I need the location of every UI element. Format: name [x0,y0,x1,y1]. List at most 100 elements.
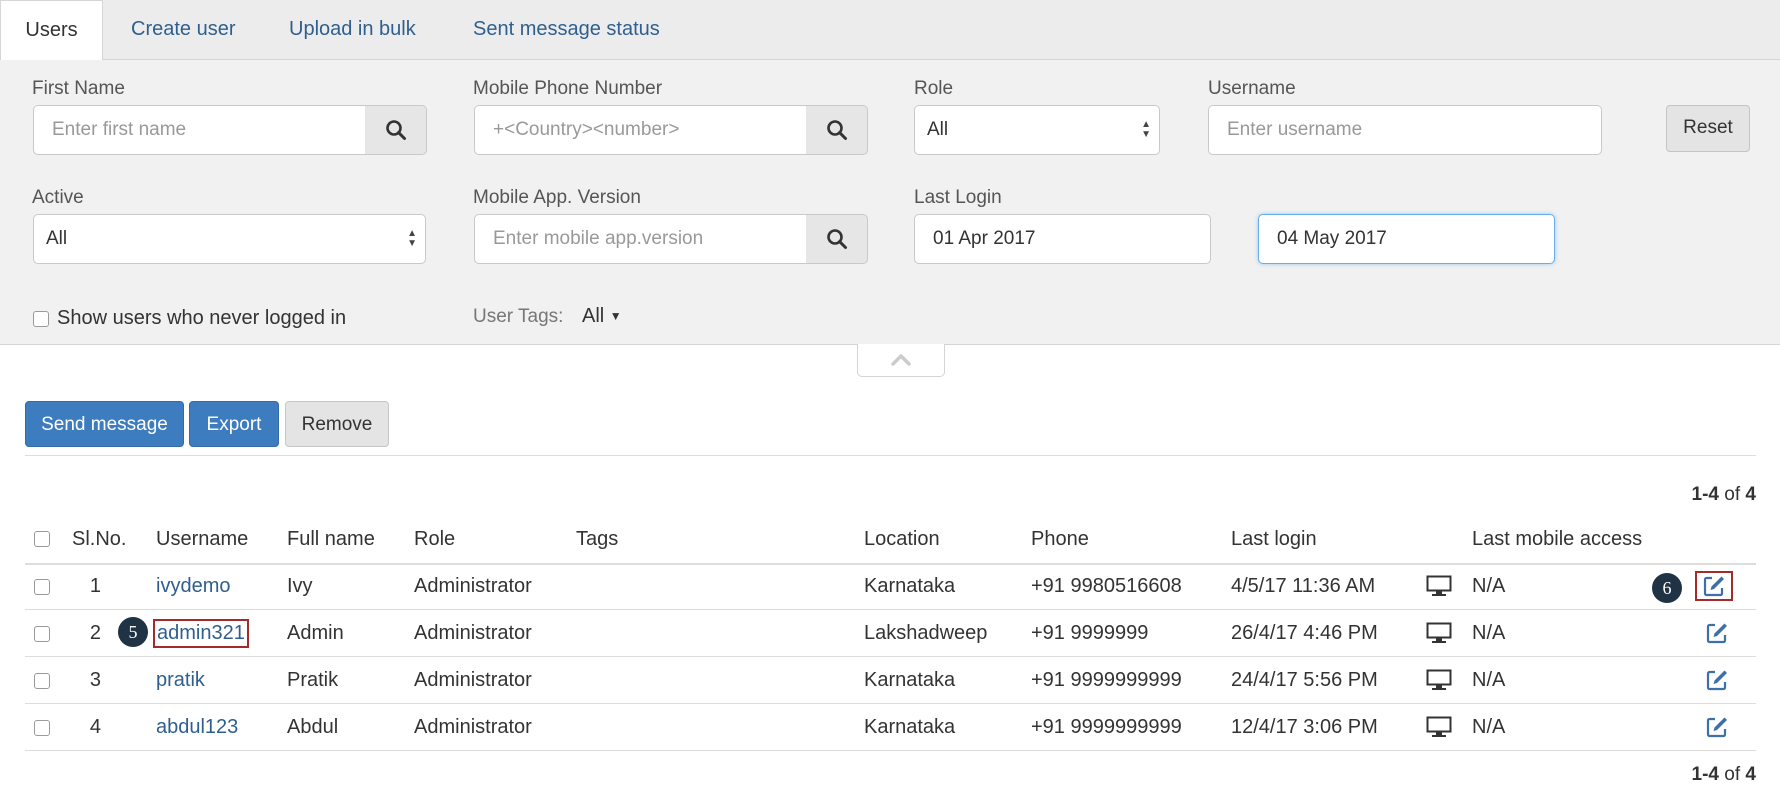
row-location: Karnataka [864,575,956,597]
row-last-login: 12/4/17 3:06 PM [1231,716,1378,738]
never-logged-in-label: Show users who never logged in [57,307,347,329]
role-select[interactable]: All ▲ ▼ [914,105,1160,155]
user-tags-label: User Tags: [473,306,564,327]
row-phone: +91 9999999999 [1031,669,1182,691]
edit-icon [1706,717,1727,738]
mobile-phone-input[interactable]: +<Country><number> [474,105,807,155]
search-icon [826,229,847,249]
table-row: 2 5 admin321 Admin Administrator Lakshad… [25,610,1756,657]
chevron-up-icon [891,354,911,366]
row-checkbox[interactable] [34,626,50,642]
row-location: Karnataka [864,716,956,738]
row-username-link[interactable]: abdul123 [156,716,238,739]
edit-user-button[interactable] [1702,618,1732,648]
first-name-search-button[interactable] [365,105,427,155]
collapse-filters-button[interactable] [857,344,945,377]
tab-upload-in-bulk[interactable]: Upload in bulk [289,0,416,59]
last-login-from-input[interactable]: 01 Apr 2017 [914,214,1211,264]
table-row: 4 abdul123 Abdul Administrator Karnataka… [25,704,1756,751]
row-full-name: Abdul [287,716,339,738]
app-version-search-button[interactable] [806,214,868,264]
last-login-label: Last Login [914,187,1002,208]
tab-bar: Users Create user Upload in bulk Sent me… [0,0,1780,61]
edit-icon [1706,623,1727,644]
tab-create-user[interactable]: Create user [131,0,236,59]
row-username-link[interactable]: pratik [156,669,205,692]
active-select[interactable]: All ▲ ▼ [33,214,426,264]
col-full-name: Full name [287,528,375,550]
desktop-monitor-icon [1426,716,1452,737]
row-last-mobile-access: N/A [1472,622,1506,644]
username-input[interactable]: Enter username [1208,105,1602,155]
table-row: 3 pratik Pratik Administrator Karnataka … [25,657,1756,704]
row-last-login: 24/4/17 5:56 PM [1231,669,1378,691]
col-phone: Phone [1031,528,1089,550]
pagination-of: of [1724,764,1741,785]
row-username-link[interactable]: admin321 [153,619,249,648]
first-name-input[interactable]: Enter first name [33,105,366,155]
select-all-checkbox[interactable] [34,531,50,547]
row-location: Karnataka [864,669,956,691]
row-last-mobile-access: N/A [1472,669,1506,691]
row-role: Administrator [414,575,532,597]
user-tags-value: All [582,305,605,327]
tab-users[interactable]: Users [0,0,103,61]
col-tags: Tags [576,528,619,550]
mobile-phone-label: Mobile Phone Number [473,78,663,99]
tab-sent-message-status[interactable]: Sent message status [473,0,660,59]
send-message-button[interactable]: Send message [25,401,184,447]
row-full-name: Admin [287,622,344,644]
row-checkbox[interactable] [34,720,50,736]
edit-user-button[interactable] [1695,571,1733,601]
row-role: Administrator [414,622,532,644]
username-label: Username [1208,78,1296,99]
col-role: Role [414,528,456,550]
col-username: Username [156,528,249,550]
select-arrows-icon: ▲ ▼ [407,228,417,249]
row-role: Administrator [414,669,532,691]
pagination-total: 4 [1745,764,1756,785]
row-username-link[interactable]: ivydemo [156,575,230,598]
divider [25,455,1756,456]
role-select-value: All [927,119,949,140]
role-label: Role [914,78,954,99]
edit-user-button[interactable] [1702,712,1732,742]
row-phone: +91 9999999 [1031,622,1149,644]
row-last-login: 26/4/17 4:46 PM [1231,622,1378,644]
row-checkbox[interactable] [34,579,50,595]
pagination-bottom: 1-4 of 4 [1692,764,1756,786]
pagination-of: of [1724,484,1741,505]
row-last-mobile-access: N/A [1472,716,1506,738]
first-name-label: First Name [32,78,125,99]
desktop-monitor-icon [1426,575,1452,596]
app-version-input[interactable]: Enter mobile app.version [474,214,807,264]
edit-icon [1703,576,1724,597]
select-arrows-icon: ▲ ▼ [1141,119,1151,140]
row-checkbox[interactable] [34,673,50,689]
pagination-range: 1-4 [1691,764,1719,785]
row-last-login: 4/5/17 11:36 AM [1231,575,1376,597]
mobile-phone-search-button[interactable] [806,105,868,155]
edit-user-button[interactable] [1702,665,1732,695]
export-button[interactable]: Export [189,401,279,447]
active-select-value: All [46,228,68,249]
row-phone: +91 9999999999 [1031,716,1182,738]
desktop-monitor-icon [1426,669,1452,690]
col-last-login: Last login [1231,528,1317,550]
user-tags-dropdown[interactable]: All ▼ [582,305,622,328]
reset-button[interactable]: Reset [1666,105,1750,152]
row-full-name: Pratik [287,669,339,691]
remove-button[interactable]: Remove [285,401,389,447]
never-logged-in-checkbox[interactable] [33,311,49,327]
last-login-to-input[interactable]: 04 May 2017 [1258,214,1555,264]
search-icon [826,120,847,140]
table-row: 1 ivydemo Ivy Administrator Karnataka +9… [25,563,1756,610]
row-last-mobile-access: N/A [1472,575,1506,597]
row-location: Lakshadweep [864,622,988,644]
step-callout-5: 5 [118,617,148,647]
row-phone: +91 9980516608 [1031,575,1182,597]
filter-panel: First Name Enter first name Mobile Phone… [0,60,1780,345]
app-version-label: Mobile App. Version [473,187,641,208]
col-location: Location [864,528,940,550]
edit-icon [1706,670,1727,691]
